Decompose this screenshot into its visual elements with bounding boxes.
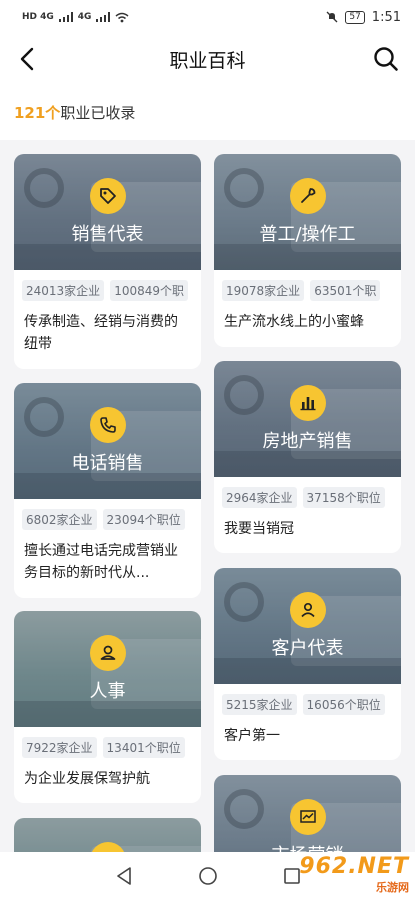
person-icon <box>90 635 126 671</box>
signal-right-text: 4G <box>77 12 92 22</box>
signal-bars-icon-2 <box>96 12 111 22</box>
card-tags: 6802家企业 23094个职位 <box>14 499 201 530</box>
career-card-operator[interactable]: 普工/操作工 19078家企业 63501个职 生产流水线上的小蜜蜂 <box>214 154 401 347</box>
status-bar: HD 4G 4G 57 1:51 <box>0 0 415 34</box>
card-banner: 普工/操作工 <box>214 154 401 270</box>
card-tags: 5215家企业 16056个职位 <box>214 684 401 715</box>
card-banner: 客户代表 <box>214 568 401 684</box>
company-count-tag: 19078家企业 <box>222 280 305 301</box>
company-count-tag: 2964家企业 <box>222 487 297 508</box>
job-count-tag: 100849个职 <box>110 280 188 301</box>
signal-bars-icon <box>58 12 73 22</box>
job-count-tag: 13401个职位 <box>102 737 185 758</box>
company-count-tag: 7922家企业 <box>22 737 97 758</box>
nav-home-button[interactable] <box>196 864 220 888</box>
profession-count: 121个 职业已收录 <box>0 84 415 140</box>
card-description: 生产流水线上的小蜜蜂 <box>224 314 364 330</box>
card-description: 传承制造、经销与消费的纽带 <box>24 314 178 352</box>
card-title: 销售代表 <box>71 224 144 245</box>
company-count-tag: 24013家企业 <box>22 280 105 301</box>
search-button[interactable] <box>371 44 401 74</box>
profession-count-number: 121个 <box>14 103 61 122</box>
card-banner: 电话销售 <box>14 383 201 499</box>
card-banner: 人事 <box>14 611 201 727</box>
company-count-tag: 6802家企业 <box>22 509 97 530</box>
card-title: 客户代表 <box>271 638 344 659</box>
watermark-logo: 962.NET 乐游网 <box>299 854 409 895</box>
signal-left-text: HD 4G <box>22 12 54 22</box>
job-count-tag: 16056个职位 <box>302 694 385 715</box>
career-card-real-estate[interactable]: 房地产销售 2964家企业 37158个职位 我要当销冠 <box>214 361 401 553</box>
career-card-hr[interactable]: 人事 7922家企业 13401个职位 为企业发展保驾护航 <box>14 611 201 803</box>
wifi-icon <box>115 12 129 22</box>
bar-chart-icon <box>290 385 326 421</box>
clock: 1:51 <box>371 9 401 25</box>
card-title: 人事 <box>89 681 126 702</box>
card-title: 电话销售 <box>71 453 144 474</box>
career-card-customer-rep[interactable]: 客户代表 5215家企业 16056个职位 客户第一 <box>214 568 401 760</box>
triangle-back-icon <box>116 867 131 885</box>
card-tags: 7922家企业 13401个职位 <box>14 727 201 758</box>
job-count-tag: 63501个职 <box>310 280 381 301</box>
card-description: 为企业发展保驾护航 <box>24 771 150 787</box>
square-recents-icon <box>283 868 300 884</box>
card-description: 我要当销冠 <box>224 521 294 537</box>
card-banner: 销售代表 <box>14 154 201 270</box>
job-count-tag: 37158个职位 <box>302 487 385 508</box>
user-badge-icon <box>290 592 326 628</box>
wrench-icon <box>290 178 326 214</box>
card-tags: 24013家企业 100849个职 <box>14 270 201 301</box>
company-count-tag: 5215家企业 <box>222 694 297 715</box>
tag-icon <box>90 178 126 214</box>
page-title: 职业百科 <box>169 49 246 72</box>
app-header: 职业百科 <box>0 34 415 84</box>
mute-bell-icon <box>326 11 338 23</box>
card-title: 普工/操作工 <box>259 224 356 245</box>
watermark-top-text: 962.NET <box>299 854 409 879</box>
nav-back-button[interactable] <box>112 864 136 888</box>
card-description: 客户第一 <box>224 728 280 744</box>
career-card-telesales[interactable]: 电话销售 6802家企业 23094个职位 擅长通过电话完成营销业务目标的新时代… <box>14 383 201 598</box>
trend-chart-icon <box>290 799 326 835</box>
card-tags: 19078家企业 63501个职 <box>214 270 401 301</box>
battery-indicator: 57 <box>345 10 365 24</box>
watermark-bottom-text: 乐游网 <box>376 881 409 894</box>
chevron-left-icon <box>20 47 34 71</box>
circle-home-icon <box>198 867 217 885</box>
phone-icon <box>90 407 126 443</box>
card-banner: 房地产销售 <box>214 361 401 477</box>
career-card-sales-rep[interactable]: 销售代表 24013家企业 100849个职 传承制造、经销与消费的纽带 <box>14 154 201 369</box>
card-tags: 2964家企业 37158个职位 <box>214 477 401 508</box>
profession-count-label: 职业已收录 <box>60 103 136 122</box>
back-button[interactable] <box>12 44 42 74</box>
card-description: 擅长通过电话完成营销业务目标的新时代从... <box>24 543 178 581</box>
status-right: 57 1:51 <box>326 10 401 25</box>
card-title: 房地产销售 <box>262 431 353 452</box>
job-count-tag: 23094个职位 <box>102 509 185 530</box>
signal-indicators: HD 4G 4G <box>22 12 129 23</box>
search-icon <box>374 47 398 71</box>
